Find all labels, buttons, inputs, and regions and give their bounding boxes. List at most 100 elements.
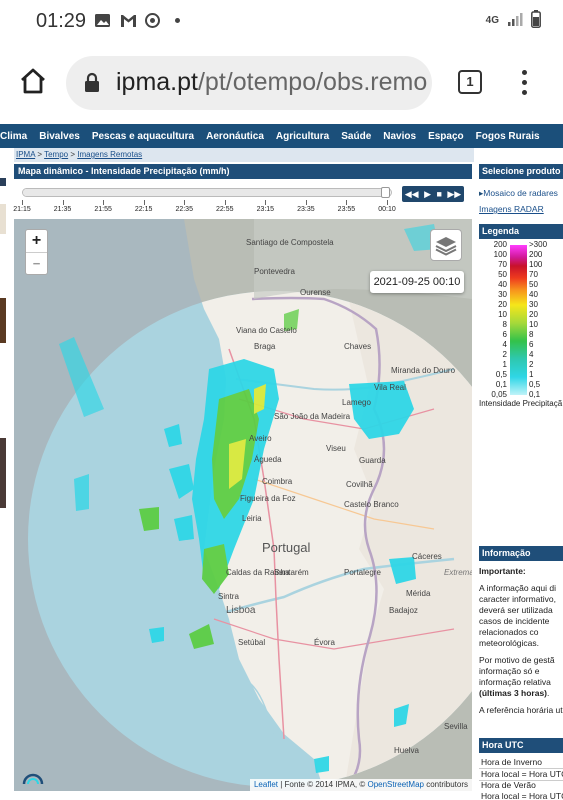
legend-value-left: 0,1 xyxy=(495,380,507,389)
legend-value-right: 4 xyxy=(529,350,534,359)
status-right: 4G xyxy=(486,10,541,31)
nav-item-clima[interactable]: Clima xyxy=(0,131,27,142)
timeline-tick xyxy=(143,200,145,205)
browser-toolbar: ipma.pt/pt/otempo/obs.remo 1 xyxy=(0,44,563,120)
image-icon xyxy=(94,12,111,29)
kebab-menu-icon[interactable] xyxy=(516,68,532,98)
nav-item-pescas-e-aquacultura[interactable]: Pescas e aquacultura xyxy=(92,131,194,142)
lock-icon[interactable] xyxy=(84,72,100,94)
place-label: Castelo Branco xyxy=(344,500,399,509)
nav-item-agricultura[interactable]: Agricultura xyxy=(276,131,329,142)
place-label: Coimbra xyxy=(262,477,293,486)
place-label: Cáceres xyxy=(412,552,442,561)
timeline-label: 21:55 xyxy=(94,206,112,213)
layers-icon[interactable] xyxy=(430,229,462,261)
place-label: Portugal xyxy=(262,540,311,555)
gmail-icon xyxy=(119,12,136,29)
timeline-handle[interactable] xyxy=(381,187,390,198)
nav-item-espa-o[interactable]: Espaço xyxy=(428,131,464,142)
nav-item-navios[interactable]: Navios xyxy=(383,131,416,142)
ipma-logo-icon xyxy=(22,771,44,785)
timeline-tick xyxy=(22,200,23,205)
timeline-label: 23:15 xyxy=(256,206,275,213)
place-label: Setúbal xyxy=(238,638,265,647)
place-label: Covilhã xyxy=(346,480,373,489)
radar-map[interactable]: Santiago de Compostela Pontevedra Ourense V… xyxy=(14,219,472,791)
place-label: Chaves xyxy=(344,342,371,351)
notification-icons xyxy=(94,12,186,29)
place-label: Figueira da Foz xyxy=(240,494,296,503)
legend-value-left: 20 xyxy=(498,300,507,309)
dot-icon xyxy=(169,12,186,29)
rewind-button[interactable]: ◀◀ xyxy=(405,189,419,200)
product-link-imagens[interactable]: Imagens RADAR xyxy=(479,204,544,214)
forward-button[interactable]: ▶▶ xyxy=(447,189,461,200)
timeline-tick xyxy=(62,200,64,205)
utc-header: Hora UTC xyxy=(479,738,563,753)
timeline-label: 22:55 xyxy=(216,206,234,213)
place-label: Guarda xyxy=(359,456,386,465)
legend-value-right: 0,1 xyxy=(529,390,541,399)
nav-item-fogos-rurais[interactable]: Fogos Rurais xyxy=(476,131,540,142)
nav-item-bivalves[interactable]: Bivalves xyxy=(39,131,80,142)
timeline-tick xyxy=(305,200,307,205)
legend-value-right: 6 xyxy=(529,340,534,349)
timeline-tick xyxy=(387,200,388,205)
osm-link[interactable]: OpenStreetMap xyxy=(367,780,423,789)
legend-value-right: 200 xyxy=(529,250,543,259)
product-header: Selecione produto r xyxy=(479,164,563,179)
zoom-control: + − xyxy=(25,229,48,275)
legend-value-right: 100 xyxy=(529,260,543,269)
legend-value-right: 70 xyxy=(529,270,538,279)
legend-value-left: 6 xyxy=(502,330,507,339)
leaflet-link[interactable]: Leaflet xyxy=(254,780,278,789)
breadcrumb-ipma[interactable]: IPMA xyxy=(16,150,35,159)
place-label: Mérida xyxy=(406,589,431,598)
stop-button[interactable]: ■ xyxy=(436,189,441,199)
place-label: Pontevedra xyxy=(254,267,295,276)
product-link-mosaico[interactable]: ▸Mosaico de radares xyxy=(479,188,558,199)
place-label: Évora xyxy=(314,638,335,647)
url-text[interactable]: ipma.pt/pt/otempo/obs.remo xyxy=(116,68,427,97)
place-label: Huelva xyxy=(394,746,419,755)
map-panel-title: Mapa dinâmico - Intensidade Precipitação… xyxy=(14,164,472,179)
place-label: Viana do Castelo xyxy=(236,326,297,335)
play-button[interactable]: ▶ xyxy=(424,189,431,200)
legend-value-left: 70 xyxy=(498,260,507,269)
legend-caption: Intensidade Precipitaçã xyxy=(479,399,563,408)
place-label: Sintra xyxy=(218,592,239,601)
timeline-label: 23:35 xyxy=(297,206,315,213)
timeline-fill xyxy=(23,189,383,196)
utc-row: Hora local = Hora UTC xyxy=(481,791,563,800)
legend-value-right: >300 xyxy=(529,240,548,249)
legend: 200 100 70 50 40 30 20 10 8 6 4 2 1 0,5 0,1 0,05 >300 20… xyxy=(479,240,563,416)
breadcrumb-imagens-remotas[interactable]: Imagens Remotas xyxy=(77,150,142,159)
network-label: 4G xyxy=(485,15,499,26)
timeline-ticks: 21:15 21:35 21:55 22:15 22:35 22:55 23:15 23:35… xyxy=(13,200,396,216)
home-icon[interactable] xyxy=(18,66,48,96)
battery-icon xyxy=(531,10,541,31)
timeline-label: 22:15 xyxy=(134,206,153,213)
legend-value-right: 30 xyxy=(529,300,538,309)
legend-value-left: 200 xyxy=(493,240,507,249)
place-label: Vila Real xyxy=(374,383,406,392)
nav-item-sa-de[interactable]: Saúde xyxy=(341,131,371,142)
zoom-in-button[interactable]: + xyxy=(26,230,47,252)
place-label: Lamego xyxy=(342,398,371,407)
address-bar[interactable]: ipma.pt/pt/otempo/obs.remo xyxy=(66,56,432,110)
tabs-icon[interactable]: 1 xyxy=(458,70,482,94)
place-label: Aveiro xyxy=(249,434,272,443)
nav-item-aeron-utica[interactable]: Aeronáutica xyxy=(206,131,264,142)
timeline-slider[interactable] xyxy=(22,187,392,198)
breadcrumb-tempo[interactable]: Tempo xyxy=(44,150,68,159)
timeline-tick xyxy=(265,200,267,205)
info-paragraph-2: Por motivo de gestã informação só e info… xyxy=(479,655,555,698)
place-label: Lisboa xyxy=(226,605,256,616)
map-canvas[interactable]: Santiago de Compostela Pontevedra Ourense V… xyxy=(14,219,472,791)
legend-value-left: 4 xyxy=(502,340,507,349)
zoom-out-button[interactable]: − xyxy=(26,252,47,274)
place-label: Miranda do Douro xyxy=(391,366,456,375)
legend-value-right: 0,5 xyxy=(529,380,541,389)
url-path: /pt/otempo/obs.remo xyxy=(197,68,428,96)
utc-row: Hora de Verão xyxy=(481,780,536,790)
